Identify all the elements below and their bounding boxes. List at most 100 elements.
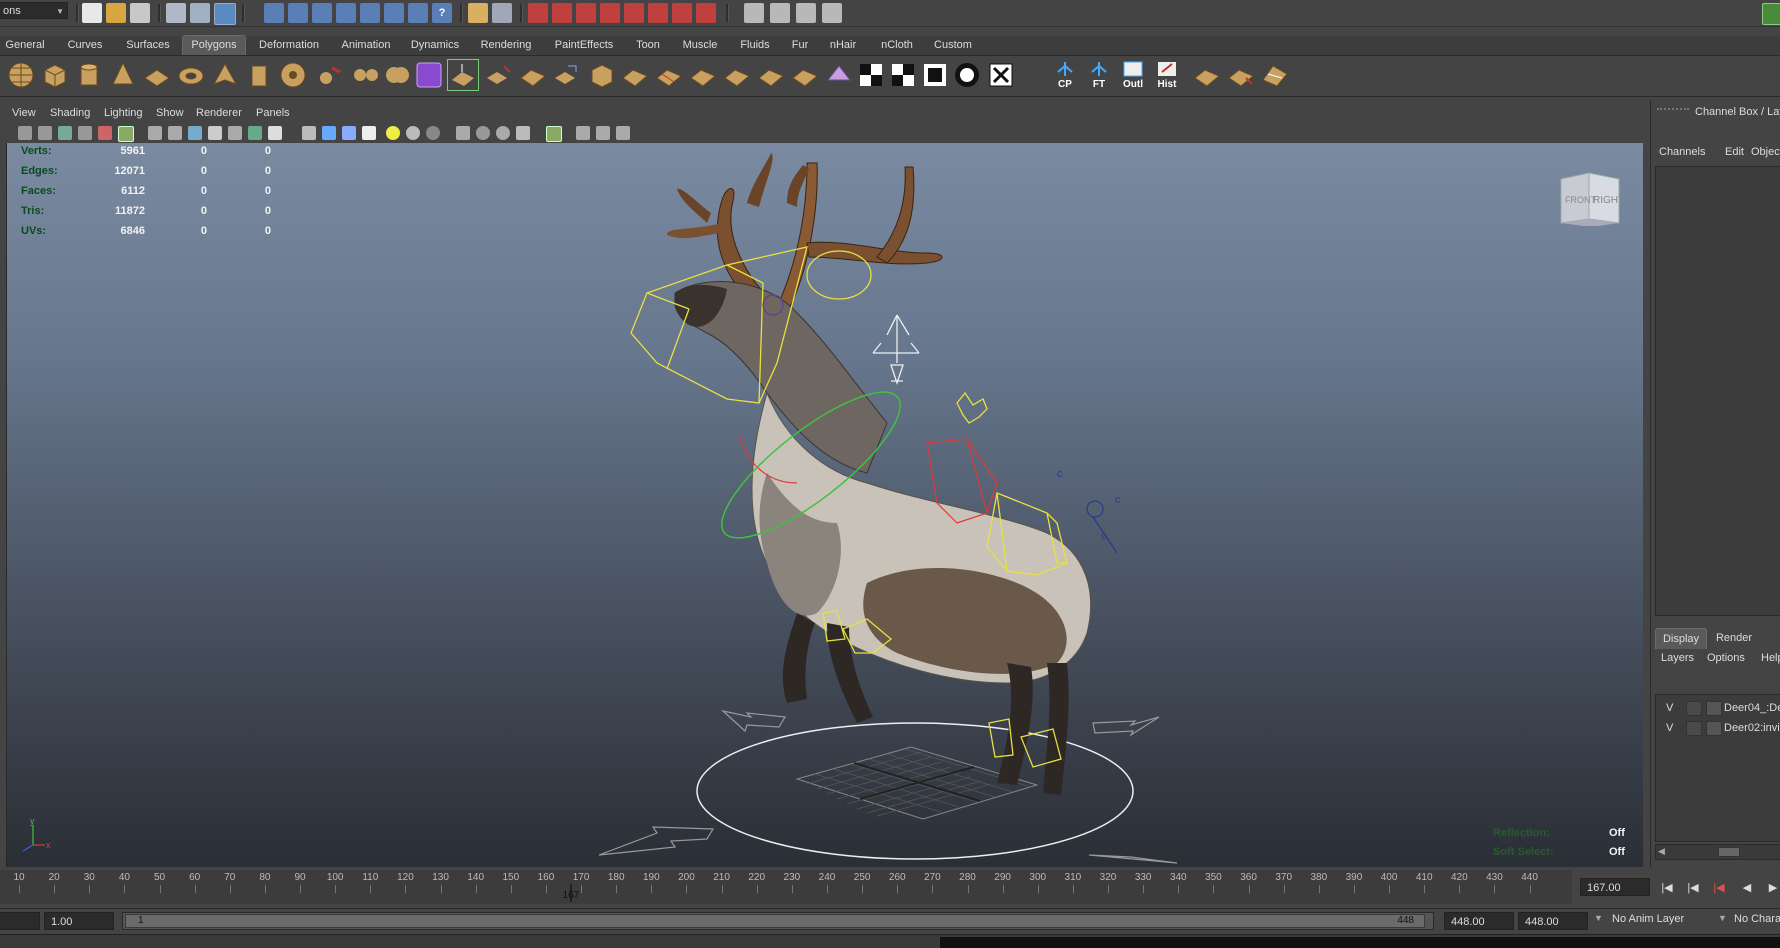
multi-cut-icon[interactable]: [1260, 60, 1290, 90]
playback-end-field[interactable]: 448.00: [1444, 912, 1514, 930]
play-forwards-icon[interactable]: ▶: [1766, 881, 1780, 895]
shelf-tab-ncloth[interactable]: nCloth: [874, 36, 920, 54]
separate-icon[interactable]: [350, 60, 380, 90]
field-chart-icon[interactable]: [228, 126, 242, 140]
poke-face-icon[interactable]: [756, 60, 786, 90]
shelf-tab-animation[interactable]: Animation: [336, 36, 396, 54]
layout-toggle-icon[interactable]: [1762, 3, 1780, 25]
combine-icon[interactable]: [316, 60, 346, 90]
resolution-gate-icon[interactable]: [188, 126, 202, 140]
append-polygon-icon[interactable]: [518, 60, 548, 90]
chevron-down-icon[interactable]: ▼: [1718, 913, 1727, 923]
select-by-hierarchy-icon[interactable]: [166, 3, 186, 23]
shelf-tab-general[interactable]: General: [2, 36, 48, 54]
poly-pyramid-icon[interactable]: [210, 60, 240, 90]
layer-playback-toggle[interactable]: [1686, 721, 1702, 736]
select-camera-icon[interactable]: [18, 126, 32, 140]
show-attribute-editor-icon[interactable]: [744, 3, 764, 23]
menu-renderer[interactable]: Renderer: [196, 107, 242, 119]
delete-history-icon[interactable]: Hist: [1152, 60, 1182, 90]
scroll-left-icon[interactable]: ◀: [1658, 846, 1665, 857]
merge-vertices-icon[interactable]: [722, 60, 752, 90]
batch-render-icon[interactable]: [672, 3, 692, 23]
fill-hole-icon[interactable]: [552, 60, 582, 90]
hypershade-icon[interactable]: [600, 3, 620, 23]
backface-culling-icon[interactable]: [576, 126, 590, 140]
history-icon[interactable]: [408, 3, 428, 23]
grid-icon[interactable]: [148, 126, 162, 140]
use-all-lights-icon[interactable]: [386, 126, 400, 140]
new-scene-icon[interactable]: [82, 3, 102, 23]
gate-mask-icon[interactable]: [208, 126, 222, 140]
perspective-viewport[interactable]: Verts: 5961 0 0 Edges: 12071 0 0 Faces: 6112 0 0 Tri…: [6, 143, 1643, 867]
channel-list[interactable]: [1655, 166, 1780, 616]
uv-layout-icon[interactable]: [856, 60, 886, 90]
construction-history-icon[interactable]: [492, 3, 512, 23]
go-to-start-icon[interactable]: |◀: [1660, 881, 1674, 895]
layer-name[interactable]: Deer04_:De: [1724, 702, 1780, 714]
uv-checker-icon[interactable]: [952, 60, 982, 90]
save-scene-icon[interactable]: [130, 3, 150, 23]
shelf-tab-surfaces[interactable]: Surfaces: [122, 36, 174, 54]
snap-to-live-icon[interactable]: [360, 3, 380, 23]
two-d-pan-zoom-icon[interactable]: [98, 126, 112, 140]
menu-set-select[interactable]: ons ▼: [0, 2, 68, 19]
poly-cube-icon[interactable]: [40, 60, 70, 90]
xray-active-components-icon[interactable]: [516, 126, 530, 140]
select-edge-loop-icon[interactable]: [1226, 60, 1256, 90]
film-gate-icon[interactable]: [168, 126, 182, 140]
menu-panels[interactable]: Panels: [256, 107, 290, 119]
bookmarks-icon[interactable]: [58, 126, 72, 140]
shelf-tab-curves[interactable]: Curves: [62, 36, 108, 54]
layer-color-swatch[interactable]: [1706, 701, 1722, 716]
shelf-tab-custom[interactable]: Custom: [930, 36, 976, 54]
split-polygon-icon[interactable]: [620, 60, 650, 90]
camera-attributes-icon[interactable]: [38, 126, 52, 140]
menu-view[interactable]: View: [12, 107, 36, 119]
shelf-tab-fur[interactable]: Fur: [786, 36, 814, 54]
poly-cone-icon[interactable]: [108, 60, 138, 90]
anim-layer-select[interactable]: No Anim Layer: [1612, 913, 1684, 925]
poly-torus-icon[interactable]: [176, 60, 206, 90]
highlight-selection-icon[interactable]: [546, 126, 562, 142]
freeze-transforms-icon[interactable]: FT: [1084, 60, 1114, 90]
poly-pipe-icon[interactable]: [244, 60, 274, 90]
textured-icon[interactable]: [362, 126, 376, 140]
layer-visibility-toggle[interactable]: V: [1666, 722, 1673, 734]
layer-scrollbar[interactable]: ◀: [1655, 844, 1780, 860]
snap-to-grid-icon[interactable]: [264, 3, 284, 23]
tail-control[interactable]: [1086, 500, 1118, 554]
play-backwards-icon[interactable]: ◀: [1740, 881, 1754, 895]
make-live-icon[interactable]: [384, 3, 404, 23]
render-globals-icon[interactable]: [696, 3, 716, 23]
playback-start-field[interactable]: 1.00: [44, 912, 114, 930]
xray-icon[interactable]: [476, 126, 490, 140]
snap-to-curve-icon[interactable]: [288, 3, 308, 23]
menu-show[interactable]: Show: [156, 107, 184, 119]
layer-playback-toggle[interactable]: [1686, 701, 1702, 716]
tab-render[interactable]: Render: [1709, 628, 1759, 648]
tab-display[interactable]: Display: [1655, 628, 1707, 649]
step-back-frame-icon[interactable]: |◀: [1712, 881, 1726, 895]
poly-sphere-icon[interactable]: [6, 60, 36, 90]
animation-start-field[interactable]: [0, 912, 40, 930]
time-slider[interactable]: 10 20 30 40 50 60 70 80 90 100 110 120 130 140 150 160 1…: [0, 870, 1572, 904]
mirror-geometry-icon[interactable]: [790, 60, 820, 90]
layer-row[interactable]: V Deer02:invi: [1656, 719, 1780, 737]
animation-end-field[interactable]: 448.00: [1518, 912, 1588, 930]
range-slider-handle[interactable]: 1 448: [125, 914, 1425, 928]
chevron-down-icon[interactable]: ▼: [56, 3, 64, 20]
main-control-circle[interactable]: [696, 722, 1134, 860]
current-time-field[interactable]: 167.00: [1580, 878, 1650, 896]
render-settings-icon[interactable]: [576, 3, 596, 23]
outliner-icon[interactable]: Outl: [1118, 60, 1148, 90]
image-plane-icon[interactable]: [78, 126, 92, 140]
render-view-icon[interactable]: [624, 3, 644, 23]
scroll-thumb[interactable]: [1718, 847, 1740, 857]
menu-object[interactable]: Object: [1751, 146, 1780, 158]
menu-help[interactable]: Help: [1761, 652, 1780, 664]
boolean-union-icon[interactable]: [382, 60, 412, 90]
select-by-object-icon[interactable]: [190, 3, 210, 23]
command-line[interactable]: [0, 934, 1780, 948]
wedge-face-icon[interactable]: [688, 60, 718, 90]
